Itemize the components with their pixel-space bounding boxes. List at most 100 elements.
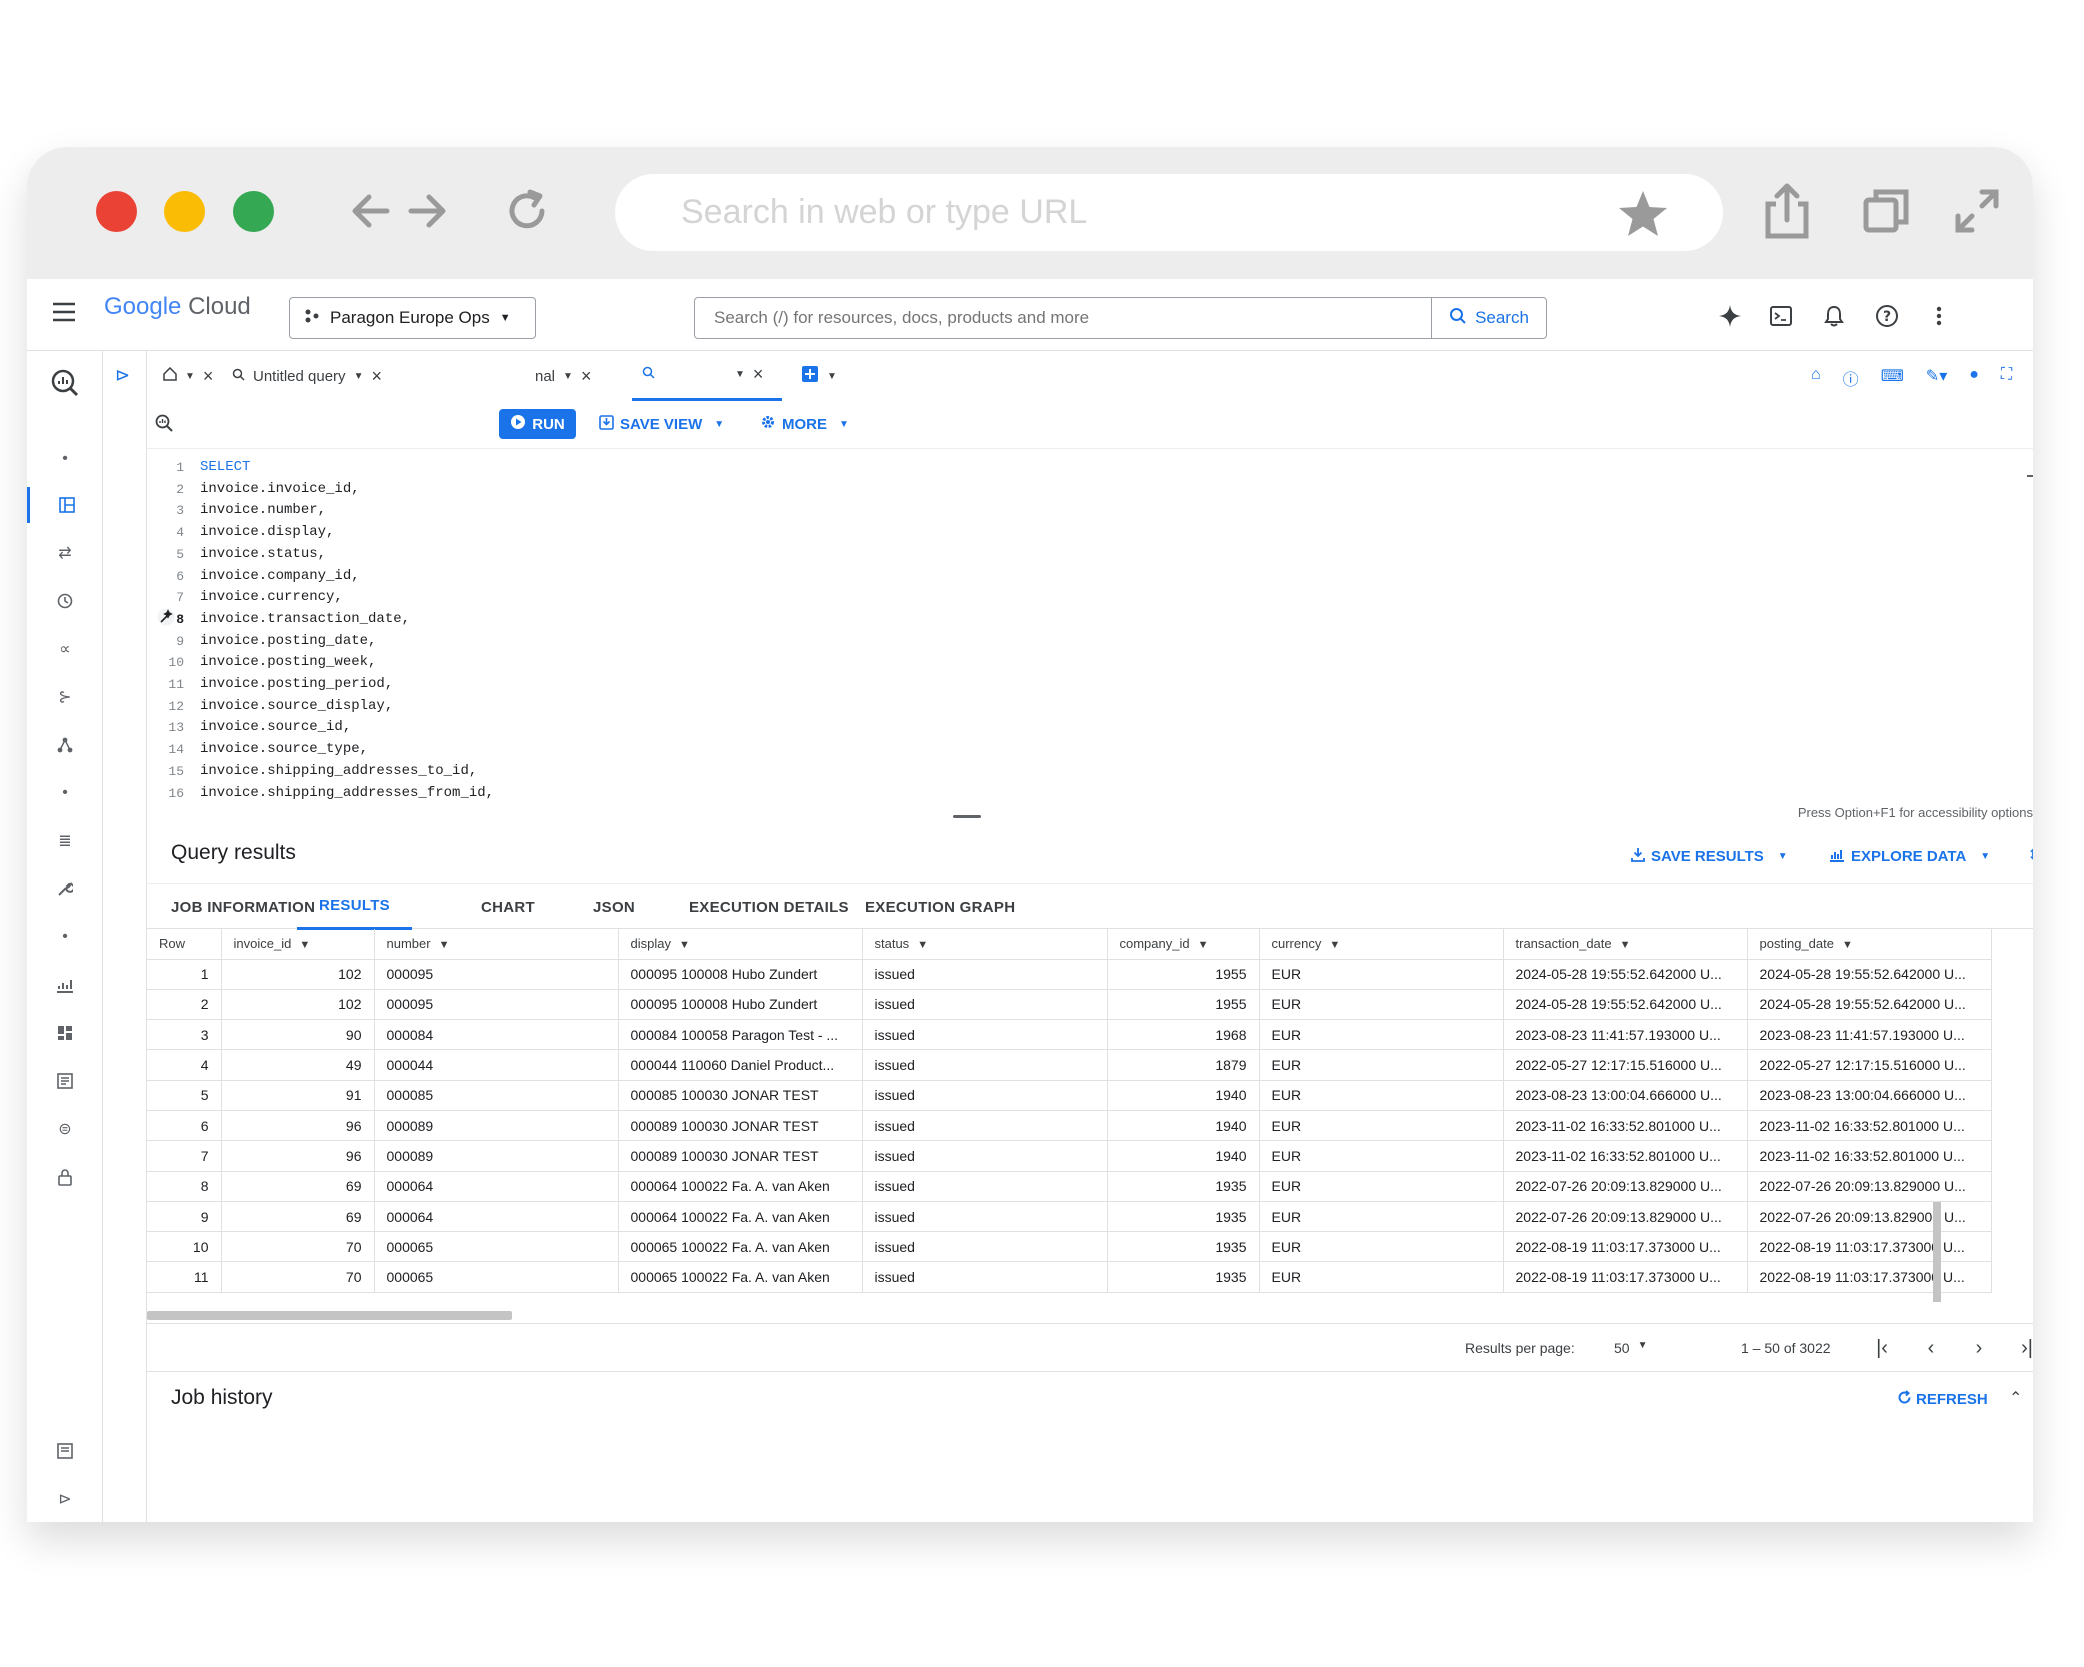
table-cell[interactable]: 000064 (374, 1201, 619, 1233)
notifications-bell-icon[interactable] (1819, 301, 1849, 331)
table-cell[interactable]: 000065 100022 Fa. A. van Aken (618, 1231, 863, 1263)
table-cell[interactable]: 1935 (1107, 1261, 1260, 1293)
column-header-transaction-date[interactable]: transaction_date ▼ (1503, 929, 1748, 960)
results-table-container[interactable]: Row invoice_id ▼ number ▼ display ▼ status ▼ comp… (147, 929, 2013, 1301)
table-row[interactable]: 5 91 000085 000085 100030 JONAR TEST issued 1… (147, 1080, 1992, 1111)
nav-explorer-icon[interactable] (27, 487, 103, 523)
table-cell[interactable]: 3 (147, 1019, 222, 1051)
table-cell[interactable]: 91 (221, 1080, 375, 1111)
info-icon[interactable]: ⓘ (1843, 366, 1859, 390)
table-cell[interactable]: 2024-05-28 19:55:52.642000 U... (1747, 989, 1992, 1021)
table-cell[interactable]: 2022-08-19 11:03:17.373000 U... (1503, 1231, 1748, 1263)
table-row[interactable]: 4 49 000044 000044 110060 Daniel Product...… (147, 1049, 1992, 1081)
table-cell[interactable]: 2022-05-27 12:17:15.516000 U... (1747, 1049, 1992, 1081)
table-cell[interactable]: 1940 (1107, 1140, 1260, 1172)
chevron-up-icon[interactable]: ⌃ (2009, 1388, 2022, 1408)
column-header-display[interactable]: display ▼ (618, 929, 863, 960)
editor-line[interactable]: 6 invoice.company_id, (147, 566, 2027, 587)
help-icon[interactable]: ? (1872, 301, 1902, 331)
search-button[interactable]: Search (1431, 297, 1547, 339)
tabs-icon[interactable] (1857, 181, 1917, 241)
table-cell[interactable]: issued (862, 1201, 1108, 1233)
editor-line[interactable]: 7 invoice.currency, (147, 587, 2027, 608)
tab-active-query[interactable]: ▼ × (632, 351, 782, 401)
table-cell[interactable]: 2023-08-23 11:41:57.193000 U... (1747, 1019, 1992, 1051)
table-cell[interactable]: 96 (221, 1140, 375, 1172)
table-cell[interactable]: 2023-11-02 16:33:52.801000 U... (1747, 1140, 1992, 1172)
explore-data-button[interactable]: EXPLORE DATA ▼ (1829, 842, 1990, 870)
tab-job-information[interactable]: JOB INFORMATION (171, 884, 315, 930)
table-cell[interactable]: 2022-07-26 20:09:13.829000 U... (1747, 1171, 1992, 1202)
table-cell[interactable]: 2023-08-23 13:00:04.666000 U... (1503, 1080, 1748, 1111)
column-header-company-id[interactable]: company_id ▼ (1107, 929, 1260, 960)
editor-line[interactable]: 11 invoice.posting_period, (147, 674, 2027, 695)
last-page-icon[interactable]: ›| (2011, 1332, 2033, 1364)
table-cell[interactable]: 000064 100022 Fa. A. van Aken (618, 1171, 863, 1202)
table-cell[interactable]: EUR (1259, 1019, 1504, 1051)
table-cell[interactable]: EUR (1259, 1080, 1504, 1111)
editor-line[interactable]: 16 invoice.shipping_addresses_from_id, (147, 783, 2027, 804)
table-cell[interactable]: EUR (1259, 1201, 1504, 1233)
column-header-currency[interactable]: currency ▼ (1259, 929, 1504, 960)
table-cell[interactable]: 2022-08-19 11:03:17.373000 U... (1747, 1231, 1992, 1263)
resize-handle[interactable] (953, 815, 981, 818)
editor-line[interactable]: 14 invoice.source_type, (147, 739, 2027, 760)
table-cell[interactable]: 102 (221, 989, 375, 1021)
column-header-posting-date[interactable]: posting_date ▼ (1747, 929, 1992, 960)
nav-analytics-hub-icon[interactable]: ∝ (27, 631, 103, 667)
first-page-icon[interactable]: |‹ (1866, 1332, 1898, 1364)
tab-execution-details[interactable]: EXECUTION DETAILS (689, 884, 849, 930)
table-cell[interactable]: issued (862, 1019, 1108, 1051)
nav-policy-icon[interactable]: ⊜ (27, 1111, 103, 1147)
table-cell[interactable]: 000044 110060 Daniel Product... (618, 1049, 863, 1081)
sort-dropdown-icon[interactable]: ▼ (679, 939, 690, 951)
table-cell[interactable]: 000084 100058 Paragon Test - ... (618, 1019, 863, 1051)
expand-collapse-icon[interactable]: ⇕ (2027, 845, 2033, 865)
table-cell[interactable]: 70 (221, 1261, 375, 1293)
table-cell[interactable]: 2023-11-02 16:33:52.801000 U... (1503, 1110, 1748, 1142)
table-cell[interactable]: EUR (1259, 1049, 1504, 1081)
table-cell[interactable]: 2022-07-26 20:09:13.829000 U... (1503, 1171, 1748, 1202)
table-row[interactable]: 1 102 000095 000095 100008 Hubo Zundert issu… (147, 959, 1992, 990)
table-cell[interactable]: 2023-08-23 11:41:57.193000 U... (1503, 1019, 1748, 1051)
share-icon[interactable] (1757, 181, 1817, 241)
editor-line[interactable]: 3 invoice.number, (147, 500, 2027, 521)
table-cell[interactable]: 1935 (1107, 1231, 1260, 1263)
table-cell[interactable]: issued (862, 959, 1108, 990)
table-cell[interactable]: 102 (221, 959, 375, 990)
sql-editor[interactable]: 1 SELECT 2 invoice.invoice_id, 3 invoice.numb… (147, 449, 2033, 807)
editor-line[interactable]: 10 invoice.posting_week, (147, 652, 2027, 673)
table-cell[interactable]: 1879 (1107, 1049, 1260, 1081)
nav-dataform-icon[interactable] (27, 727, 103, 763)
new-tab-button[interactable]: ▼ (801, 351, 837, 401)
table-cell[interactable]: 000065 (374, 1261, 619, 1293)
tab-partial[interactable]: nal ▼ × (447, 351, 591, 401)
column-header-number[interactable]: number ▼ (374, 929, 619, 960)
tab-json[interactable]: JSON (593, 884, 635, 930)
hamburger-menu-icon[interactable] (51, 301, 77, 328)
table-cell[interactable]: 1955 (1107, 959, 1260, 990)
table-row[interactable]: 10 70 000065 000065 100022 Fa. A. van Aken i… (147, 1231, 1992, 1263)
tab-home[interactable]: ▼ × (163, 351, 213, 401)
maximize-window-button[interactable] (233, 191, 274, 232)
home-icon[interactable]: ⌂ (1811, 366, 1821, 390)
refresh-button[interactable]: REFRESH (1897, 1390, 1988, 1409)
editor-line[interactable]: 17invoice.billing_addresses_to_id, (147, 804, 2027, 807)
url-bar[interactable] (615, 174, 1723, 251)
gemini-sparkle-icon[interactable] (1715, 301, 1745, 331)
tab-results[interactable]: RESULTS (297, 884, 412, 930)
prev-page-icon[interactable]: ‹ (1915, 1332, 1947, 1364)
table-cell[interactable]: issued (862, 1171, 1108, 1202)
table-cell[interactable]: 69 (221, 1201, 375, 1233)
fullscreen-icon[interactable]: ⛶ (2001, 366, 2012, 390)
console-search[interactable] (694, 297, 1432, 339)
table-cell[interactable]: EUR (1259, 1231, 1504, 1263)
nav-settings-wrench-icon[interactable] (27, 871, 103, 907)
editor-line[interactable]: 2 invoice.invoice_id, (147, 479, 2027, 500)
editor-line[interactable]: 5 invoice.status, (147, 544, 2027, 565)
table-cell[interactable]: 2022-07-26 20:09:13.829000 U... (1747, 1201, 1992, 1233)
table-cell[interactable]: 1 (147, 959, 222, 990)
table-cell[interactable]: 2024-05-28 19:55:52.642000 U... (1503, 989, 1748, 1021)
lightbulb-icon[interactable]: ● (1969, 366, 1979, 390)
table-cell[interactable]: 2023-08-23 13:00:04.666000 U... (1747, 1080, 1992, 1111)
